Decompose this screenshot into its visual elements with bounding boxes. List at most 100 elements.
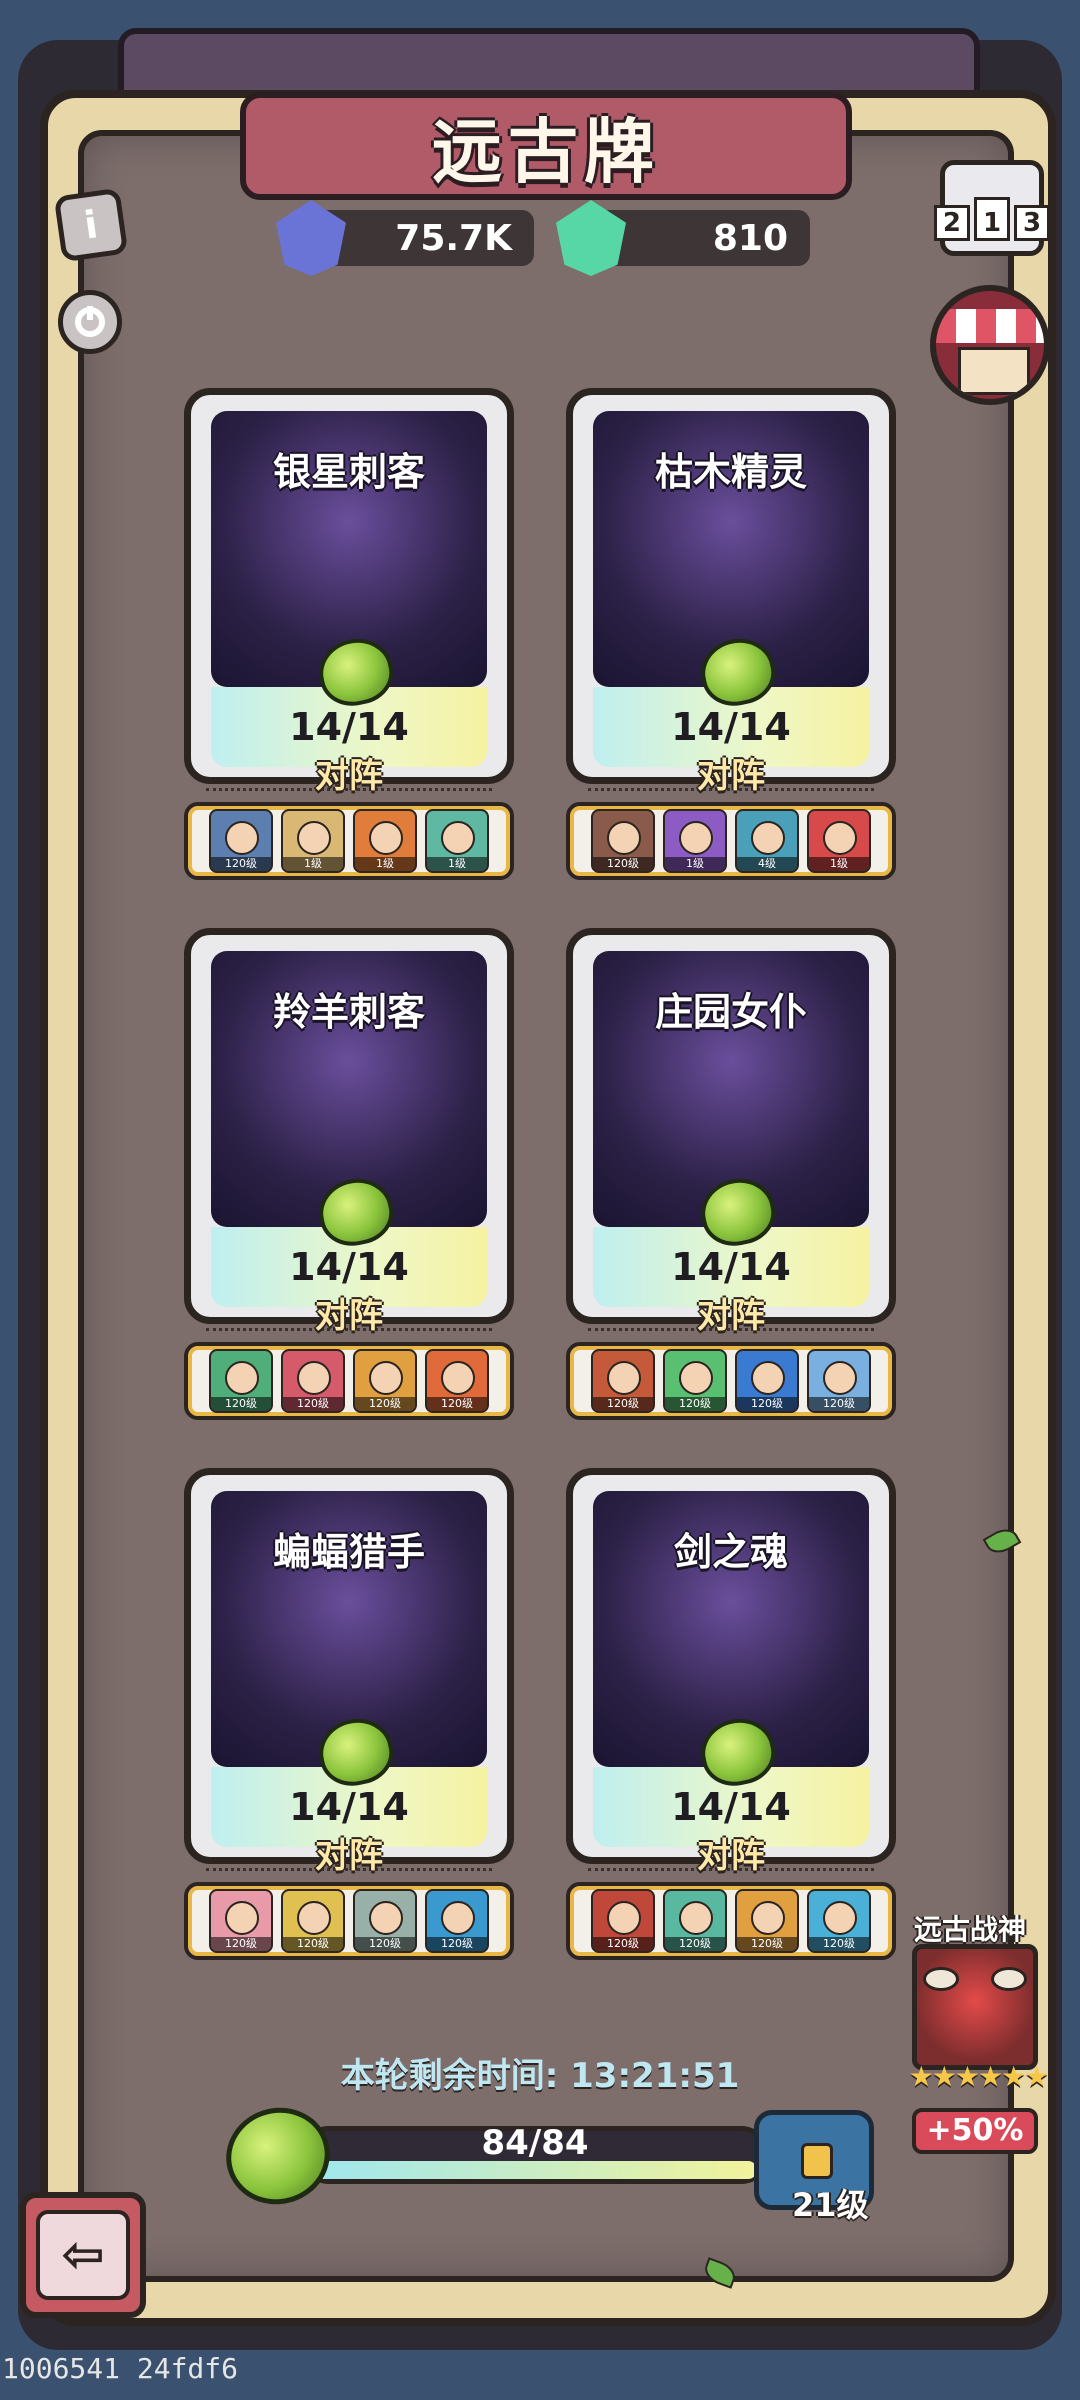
hero-level: 120级 <box>737 1937 797 1951</box>
horn-icon <box>991 1967 1027 1991</box>
hero-portrait[interactable]: 1级 <box>807 809 871 873</box>
hero-level: 120级 <box>211 857 271 871</box>
page-title: 远古牌 <box>432 110 660 193</box>
hero-portrait[interactable]: 120级 <box>591 1889 655 1953</box>
hero-portrait[interactable]: 120级 <box>663 1349 727 1413</box>
title-plate: 远古牌 <box>240 92 852 200</box>
hero-face <box>225 1361 259 1395</box>
hero-portrait[interactable]: 120级 <box>281 1349 345 1413</box>
opponent-lineup[interactable]: 120级 1级 1级 1级 <box>184 802 514 880</box>
card-name: 羚羊刺客 <box>272 990 425 1034</box>
hero-portrait[interactable]: 120级 <box>807 1349 871 1413</box>
opponent-lineup[interactable]: 120级 120级 120级 120级 <box>184 1882 514 1960</box>
shop-button[interactable] <box>930 285 1050 405</box>
back-button[interactable]: ⇦ <box>20 2192 146 2318</box>
hero-face <box>441 821 475 855</box>
hero-portrait[interactable]: 120级 <box>735 1889 799 1953</box>
history-button[interactable] <box>58 290 122 354</box>
hero-level: 120级 <box>665 1397 725 1411</box>
hero-portrait[interactable]: 1级 <box>425 809 489 873</box>
ranking-button[interactable]: 2 1 3 <box>933 160 1051 256</box>
opponent-lineup[interactable]: 120级 120级 120级 120级 <box>566 1882 896 1960</box>
hero-portrait[interactable]: 120级 <box>353 1349 417 1413</box>
hero-level: 120级 <box>283 1397 343 1411</box>
lineup-label: 对阵 <box>697 1296 765 1336</box>
hero-portrait[interactable]: 120级 <box>425 1349 489 1413</box>
green-gem-counter: 810 <box>596 210 810 266</box>
rank-third: 3 <box>1014 205 1051 241</box>
card-name: 银星刺客 <box>272 450 425 494</box>
hero-face <box>679 1901 713 1935</box>
hero-face <box>679 1361 713 1395</box>
hero-face <box>297 821 331 855</box>
hero-portrait[interactable]: 120级 <box>663 1889 727 1953</box>
hero-level: 120级 <box>211 1397 271 1411</box>
ancient-card[interactable]: 蝙蝠猎手 14/14 <box>184 1468 514 1864</box>
progress-text: 84/84 <box>481 2123 589 2163</box>
info-button[interactable]: i <box>53 187 129 263</box>
hero-level: 120级 <box>593 1397 653 1411</box>
hero-level: 120级 <box>427 1937 487 1951</box>
ancient-card[interactable]: 银星刺客 14/14 <box>184 388 514 784</box>
ancient-card[interactable]: 羚羊刺客 14/14 <box>184 928 514 1324</box>
hero-portrait[interactable]: 120级 <box>735 1349 799 1413</box>
hero-portrait[interactable]: 120级 <box>807 1889 871 1953</box>
card-name: 枯木精灵 <box>654 450 807 494</box>
hero-portrait[interactable]: 1级 <box>281 809 345 873</box>
hero-level: 120级 <box>809 1397 869 1411</box>
card-name: 剑之魂 <box>673 1530 788 1574</box>
hero-face <box>607 1361 641 1395</box>
hero-level: 120级 <box>737 1397 797 1411</box>
hero-portrait[interactable]: 120级 <box>353 1889 417 1953</box>
hero-portrait[interactable]: 120级 <box>591 809 655 873</box>
lineup-label: 对阵 <box>315 1296 383 1336</box>
hero-face <box>751 1361 785 1395</box>
hero-portrait[interactable]: 120级 <box>209 1889 273 1953</box>
hero-face <box>369 1361 403 1395</box>
ancient-card[interactable]: 剑之魂 14/14 <box>566 1468 896 1864</box>
opponent-lineup[interactable]: 120级 1级 4级 1级 <box>566 802 896 880</box>
opponent-lineup[interactable]: 120级 120级 120级 120级 <box>184 1342 514 1420</box>
hero-level: 4级 <box>737 857 797 871</box>
hero-portrait[interactable]: 120级 <box>281 1889 345 1953</box>
back-arrow-icon: ⇦ <box>36 2210 130 2300</box>
hero-portrait[interactable]: 120级 <box>425 1889 489 1953</box>
hero-level: 120级 <box>355 1397 415 1411</box>
progress-bar: 84/84 <box>300 2123 770 2184</box>
hero-portrait[interactable]: 120级 <box>591 1349 655 1413</box>
hero-portrait[interactable]: 1级 <box>353 809 417 873</box>
green-gem-value: 810 <box>712 217 788 259</box>
hero-face <box>823 1901 857 1935</box>
blue-gem-counter: 75.7K <box>312 210 534 266</box>
hero-level: 1级 <box>665 857 725 871</box>
lineup-label: 对阵 <box>315 756 383 796</box>
hero-level: 1级 <box>427 857 487 871</box>
hero-face <box>751 821 785 855</box>
ancient-card[interactable]: 庄园女仆 14/14 <box>566 928 896 1324</box>
hero-face <box>679 821 713 855</box>
progress-fill <box>313 2161 757 2179</box>
hero-face <box>823 1361 857 1395</box>
lineup-label: 对阵 <box>315 1836 383 1876</box>
hero-face <box>369 821 403 855</box>
card-name: 庄园女仆 <box>654 990 807 1034</box>
god-bonus: +50% <box>912 2108 1038 2154</box>
hero-face <box>225 821 259 855</box>
hero-face <box>823 821 857 855</box>
hero-face <box>607 821 641 855</box>
lineup-label: 对阵 <box>697 756 765 796</box>
hero-face <box>751 1901 785 1935</box>
opponent-lineup[interactable]: 120级 120级 120级 120级 <box>566 1342 896 1420</box>
hero-level: 120级 <box>427 1397 487 1411</box>
hero-face <box>225 1901 259 1935</box>
hero-portrait[interactable]: 120级 <box>209 809 273 873</box>
ancient-god-portrait[interactable] <box>912 1944 1038 2070</box>
hero-portrait[interactable]: 120级 <box>209 1349 273 1413</box>
hero-face <box>297 1361 331 1395</box>
ancient-card[interactable]: 枯木精灵 14/14 <box>566 388 896 784</box>
refresh-icon <box>75 306 105 337</box>
hero-portrait[interactable]: 4级 <box>735 809 799 873</box>
build-id: 1006541 24fdf6 <box>2 2352 239 2385</box>
hero-face <box>607 1901 641 1935</box>
hero-portrait[interactable]: 1级 <box>663 809 727 873</box>
